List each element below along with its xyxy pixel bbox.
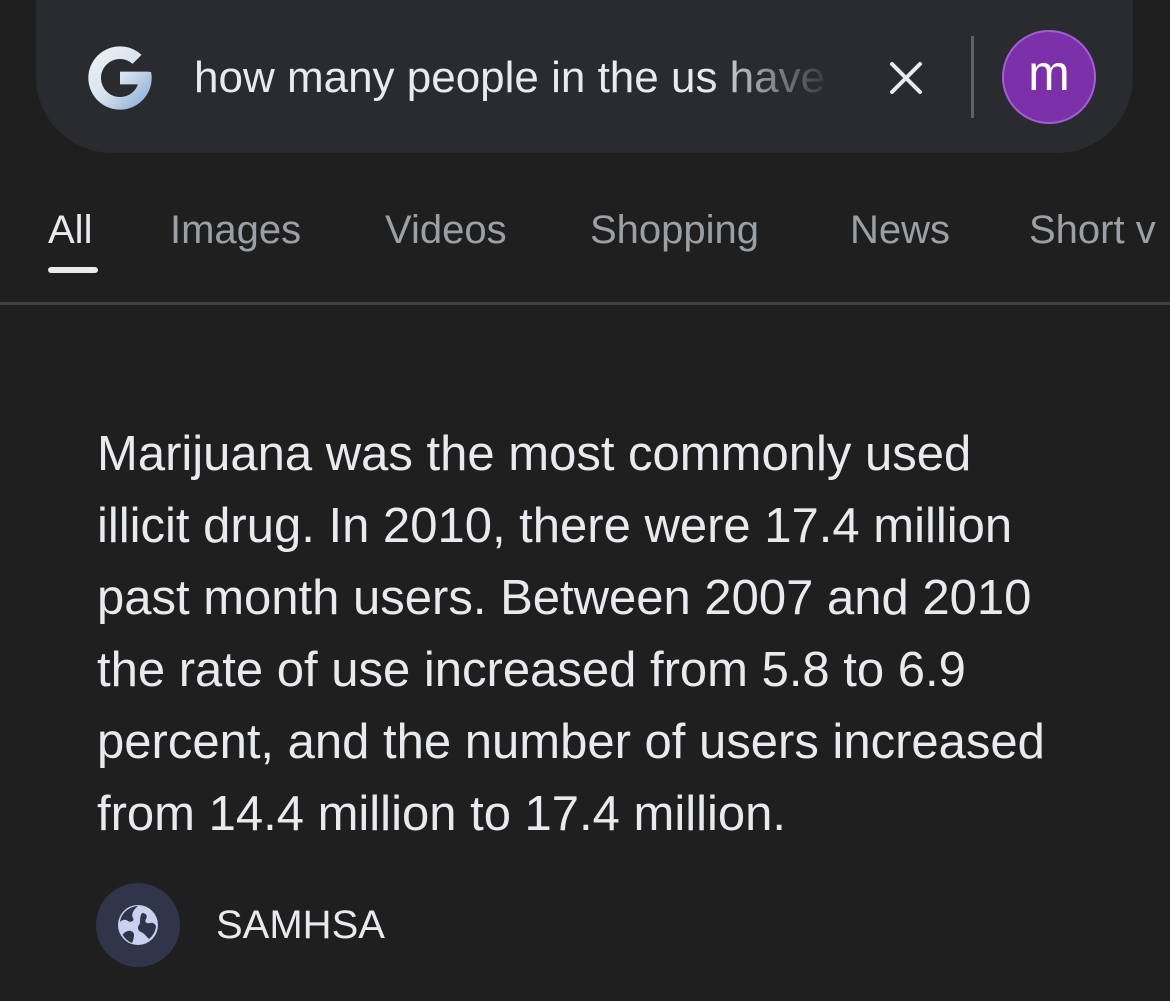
clear-search-button[interactable] (876, 48, 936, 108)
tab-videos[interactable]: Videos (385, 204, 507, 256)
google-g-icon (88, 46, 152, 110)
tab-short-videos[interactable]: Short v (1029, 204, 1156, 256)
source-favicon (96, 883, 180, 967)
active-tab-indicator (48, 267, 98, 273)
answer-line: the rate of use increased from 5.8 to 6.… (97, 643, 966, 697)
tab-all[interactable]: All (48, 204, 92, 256)
source-name: SAMHSA (216, 902, 385, 947)
answer-line: Marijuana was the most commonly used (97, 427, 972, 481)
account-avatar[interactable]: m (1002, 30, 1096, 124)
search-divider (971, 36, 974, 118)
close-icon (890, 62, 922, 94)
tab-images[interactable]: Images (170, 204, 301, 256)
featured-answer: Marijuana was the most commonly used ill… (97, 418, 1123, 850)
answer-line: from 14.4 million to 17.4 million. (97, 787, 787, 841)
search-input[interactable]: how many people in the us have (194, 48, 836, 108)
answer-line: past month users. Between 2007 and 2010 (97, 571, 1032, 625)
answer-line: illicit drug. In 2010, there were 17.4 m… (97, 499, 1013, 553)
search-tabs: All Images Videos Shopping News Short v (0, 196, 1170, 276)
tab-news[interactable]: News (850, 204, 950, 256)
tabs-divider (0, 302, 1170, 305)
source-link[interactable]: SAMHSA (96, 883, 385, 967)
answer-line: percent, and the number of users increas… (97, 715, 1045, 769)
tab-shopping[interactable]: Shopping (590, 204, 759, 256)
globe-icon (118, 905, 158, 945)
